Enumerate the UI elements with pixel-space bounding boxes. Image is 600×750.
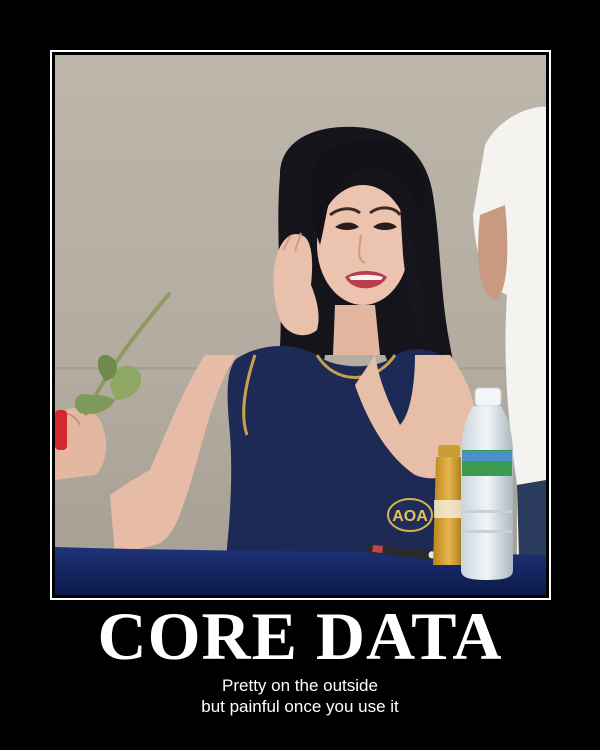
jersey-logo: AOA [387,498,433,532]
poster-title: CORE DATA [97,598,503,674]
poster-photo: AOA [55,55,546,595]
water-bottle [461,387,513,580]
juice-bottle [433,445,465,565]
svg-text:AOA: AOA [392,508,428,525]
poster-caption-line-2: but painful once you use it [201,697,399,716]
poster-caption-line-1: Pretty on the outside [222,676,378,695]
